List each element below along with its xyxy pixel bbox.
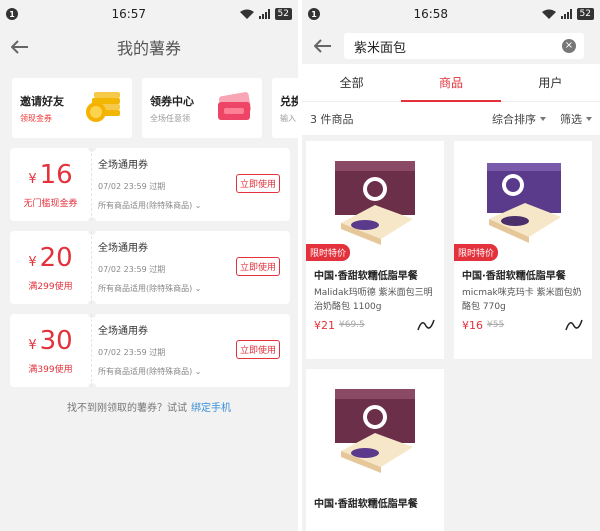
- product-image: [306, 369, 444, 489]
- back-arrow-icon[interactable]: [308, 27, 338, 65]
- product-card[interactable]: 限时特价 中国·香甜软糯低脂早餐 micmak咪克玛卡 紫米面包奶酪包 770g…: [454, 141, 592, 359]
- product-description: Malidak玛呖德 紫米面包三明治奶酪包 1100g: [314, 288, 433, 312]
- coupon-amount: 30: [39, 326, 73, 356]
- wifi-icon: [239, 9, 254, 19]
- use-now-button[interactable]: 立即使用: [235, 340, 280, 359]
- coupon-value: ¥20 满299使用: [10, 231, 92, 304]
- notification-badge: 1: [6, 8, 18, 20]
- gold-coins-icon: [86, 92, 120, 122]
- product-image: 限时特价: [454, 141, 592, 261]
- promo-invite-friends[interactable]: 邀请好友 领现金券: [12, 78, 132, 138]
- product-grid: 限时特价 中国·香甜软糯低脂早餐 Malidak玛呖德 紫米面包三明治奶酪包 1…: [302, 136, 600, 531]
- filter-bar: 3 件商品 综合排序 筛选: [302, 102, 600, 136]
- coupon-details: 全场通用券 07/02 23:59 过期 所有商品适用(除特殊商品) ⌄ 立即使…: [92, 314, 290, 387]
- bind-phone-link[interactable]: 绑定手机: [191, 403, 231, 414]
- my-coupons-screen: 1 16:57 52 我的薯券 邀请好友 领现金券 领券中心 全场任意领 兑换 …: [0, 0, 298, 531]
- search-input[interactable]: 紫米面包 ×: [344, 33, 584, 59]
- coupon-amount: 16: [39, 160, 73, 190]
- tab-users[interactable]: 用户: [501, 64, 600, 101]
- coupon-title: 全场通用券: [98, 326, 148, 337]
- coupon-condition: 满299使用: [28, 282, 73, 292]
- tab-products[interactable]: 商品: [401, 64, 501, 102]
- result-tabs: 全部 商品 用户: [302, 64, 600, 102]
- product-description: micmak咪克玛卡 紫米面包奶酪包 770g: [462, 288, 582, 312]
- status-bar: 1 16:57 52: [0, 0, 298, 28]
- signal-icon: [258, 9, 270, 19]
- result-count: 3 件商品: [310, 112, 354, 126]
- chevron-down-icon: ⌄: [194, 284, 202, 293]
- coupon-value: ¥30 满399使用: [10, 314, 92, 387]
- coupon-scope[interactable]: 所有商品适用(除特殊商品) ⌄: [98, 283, 290, 294]
- product-image: 限时特价: [306, 141, 444, 261]
- product-card[interactable]: 限时特价 中国·香甜软糯低脂早餐 Malidak玛呖德 紫米面包三明治奶酪包 1…: [306, 141, 444, 359]
- coupon-details: 全场通用券 07/02 23:59 过期 所有商品适用(除特殊商品) ⌄ 立即使…: [92, 231, 290, 304]
- tab-all[interactable]: 全部: [302, 64, 401, 101]
- use-now-button[interactable]: 立即使用: [235, 174, 280, 193]
- search-query: 紫米面包: [354, 40, 407, 56]
- filter-dropdown[interactable]: 筛选: [560, 111, 592, 127]
- signal-icon: [560, 9, 572, 19]
- coupon-card: ¥20 满299使用 全场通用券 07/02 23:59 过期 所有商品适用(除…: [10, 227, 290, 308]
- currency-symbol: ¥: [28, 255, 37, 270]
- battery-indicator: 52: [576, 8, 594, 20]
- coupon-condition: 满399使用: [28, 365, 73, 375]
- coupon-title: 全场通用券: [98, 243, 148, 254]
- promo-coupon-center[interactable]: 领券中心 全场任意领: [142, 78, 262, 138]
- brand-logo-icon: [417, 319, 435, 331]
- product-name: 中国·香甜软糯低脂早餐: [462, 271, 566, 282]
- coupon-details: 全场通用券 07/02 23:59 过期 所有商品适用(除特殊商品) ⌄ 立即使…: [92, 148, 290, 221]
- caret-down-icon: [540, 116, 546, 121]
- battery-indicator: 52: [274, 8, 292, 20]
- original-price: ¥69.5: [339, 320, 365, 330]
- status-time: 16:58: [413, 7, 449, 21]
- promo-exchange[interactable]: 兑换 输入: [272, 78, 298, 138]
- status-time: 16:57: [111, 7, 147, 21]
- coupon-scope[interactable]: 所有商品适用(除特殊商品) ⌄: [98, 200, 290, 211]
- coupon-card: ¥30 满399使用 全场通用券 07/02 23:59 过期 所有商品适用(除…: [10, 310, 290, 391]
- status-bar: 1 16:58 52: [302, 0, 600, 28]
- clear-search-icon[interactable]: ×: [562, 39, 576, 53]
- product-price: ¥16: [462, 318, 483, 332]
- promo-tag: 限时特价: [454, 244, 499, 261]
- chevron-down-icon: ⌄: [194, 367, 202, 376]
- wifi-icon: [541, 9, 556, 19]
- chevron-down-icon: ⌄: [194, 201, 202, 210]
- coupon-card: ¥16 无门槛现金券 全场通用券 07/02 23:59 过期 所有商品适用(除…: [10, 144, 290, 225]
- coupon-value: ¥16 无门槛现金券: [10, 148, 92, 221]
- back-arrow-icon[interactable]: [0, 28, 40, 66]
- brand-logo-icon: [565, 319, 583, 331]
- sort-dropdown[interactable]: 综合排序: [492, 111, 546, 127]
- coupon-list: ¥16 无门槛现金券 全场通用券 07/02 23:59 过期 所有商品适用(除…: [0, 144, 298, 391]
- page-title: 我的薯券: [116, 39, 181, 58]
- product-name: 中国·香甜软糯低脂早餐: [314, 498, 418, 510]
- use-now-button[interactable]: 立即使用: [235, 257, 280, 276]
- product-name: 中国·香甜软糯低脂早餐: [314, 271, 418, 282]
- coupon-condition: 无门槛现金券: [23, 199, 78, 209]
- currency-symbol: ¥: [28, 338, 37, 353]
- coupon-scope[interactable]: 所有商品适用(除特殊商品) ⌄: [98, 366, 290, 377]
- search-results-screen: 1 16:58 52 紫米面包 × 全部 商品 用户 3 件商品 综合排序 筛选…: [302, 0, 600, 531]
- search-header: 紫米面包 ×: [302, 28, 600, 64]
- promo-title: 兑换: [280, 95, 298, 108]
- promo-subtitle: 输入: [280, 114, 296, 123]
- original-price: ¥55: [487, 320, 505, 330]
- promo-cards: 邀请好友 领现金券 领券中心 全场任意领 兑换 输入: [0, 66, 298, 138]
- currency-symbol: ¥: [28, 172, 37, 187]
- coupon-title: 全场通用券: [98, 160, 148, 171]
- ticket-icon: [218, 92, 252, 120]
- notification-badge: 1: [308, 8, 320, 20]
- coupon-amount: 20: [39, 243, 73, 273]
- page-header: 我的薯券: [0, 28, 298, 66]
- hint-text: 找不到刚领取的薯券？试试: [67, 403, 187, 414]
- caret-down-icon: [586, 116, 592, 121]
- promo-tag: 限时特价: [306, 244, 351, 261]
- product-price: ¥21: [314, 318, 335, 332]
- product-card[interactable]: 中国·香甜软糯低脂早餐: [306, 368, 444, 531]
- missing-coupon-hint: 找不到刚领取的薯券？试试 绑定手机: [0, 399, 298, 414]
